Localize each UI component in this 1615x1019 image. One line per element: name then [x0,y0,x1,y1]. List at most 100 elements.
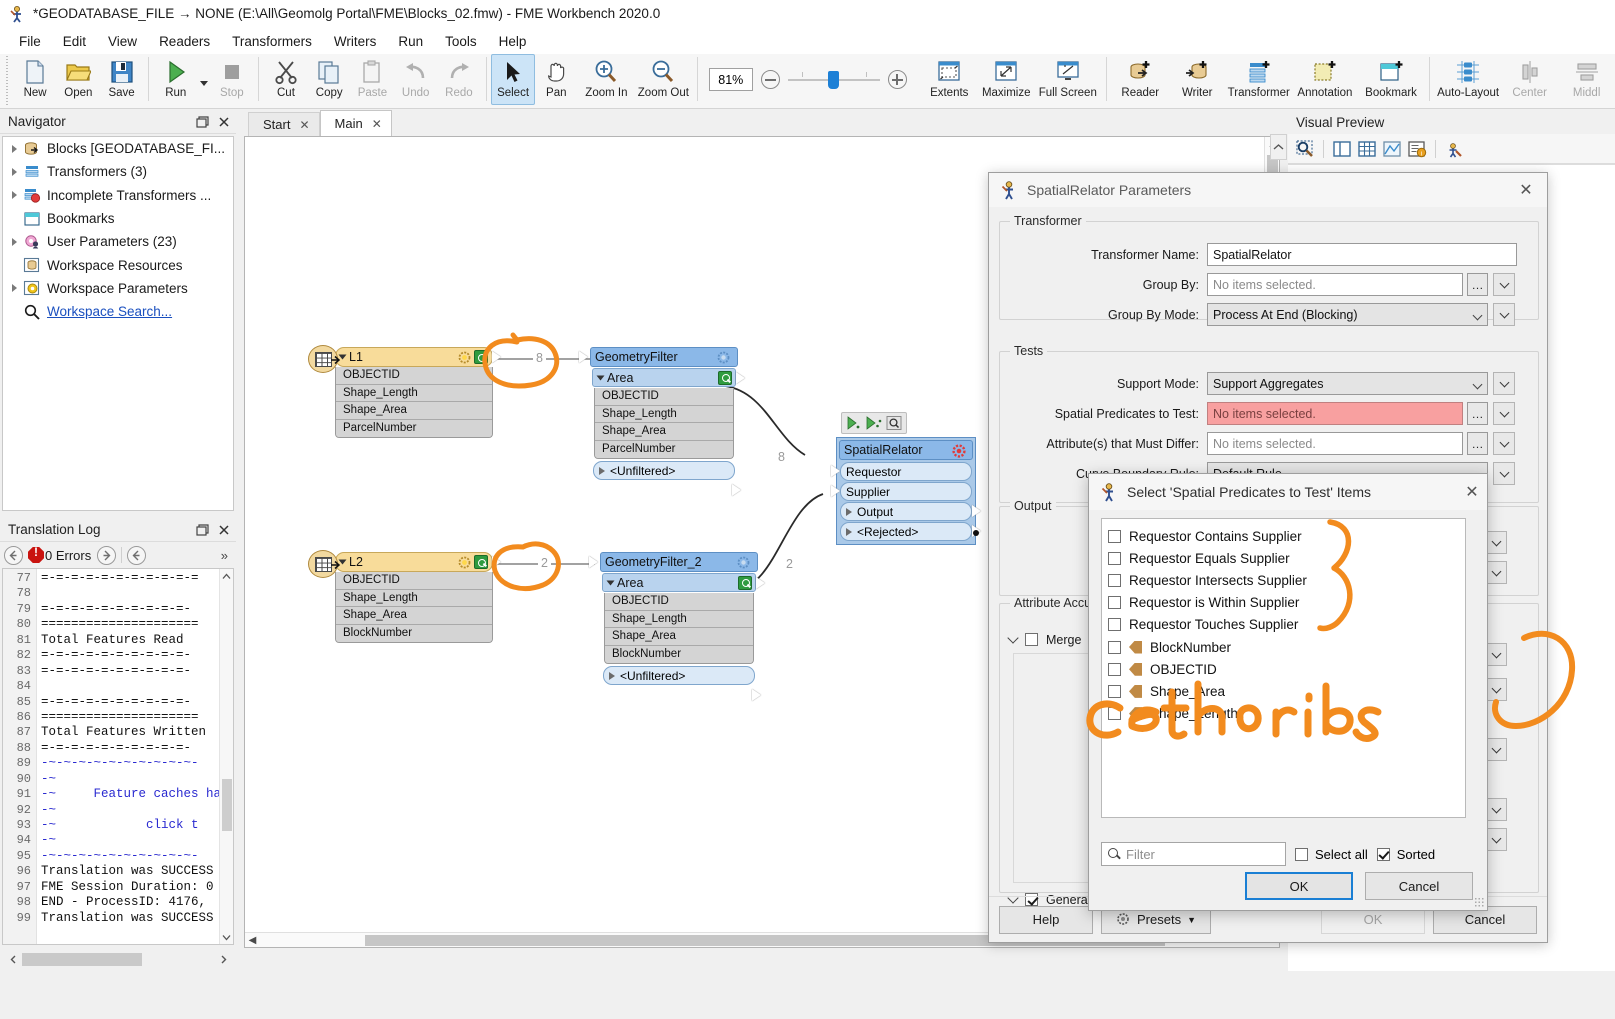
node-output-group-Area[interactable]: Area [592,368,736,387]
related-supplier-dropdown-button[interactable] [1485,531,1507,554]
node-header[interactable]: L2 [335,552,493,572]
calculate-cardinality-dropdown-button[interactable] [1485,561,1507,584]
paste-button[interactable]: Paste [351,54,394,105]
node-header[interactable]: GeometryFilter_2 [600,552,758,572]
support-mode-dropdown-button[interactable] [1493,372,1515,395]
node-header[interactable]: GeometryFilter [590,347,738,367]
accum-dropdown-1[interactable] [1485,643,1507,666]
expand-arrow-icon[interactable] [7,141,23,157]
accum-dropdown-3[interactable] [1485,738,1507,761]
nav-item-workspace-parameters[interactable]: Workspace Parameters [3,277,233,300]
pan-tool-button[interactable]: Pan [535,54,578,105]
group-by-mode-dropdown-button[interactable] [1493,303,1515,326]
scroll-down-arrow[interactable] [220,930,233,944]
menu-edit[interactable]: Edit [52,31,97,52]
translation-log-text[interactable]: 77 78 79 80 81 82 83 84 85 86 87 88 89 9… [2,568,234,945]
expand-arrow-icon[interactable] [7,164,23,180]
accum-dropdown-4[interactable] [1485,798,1507,821]
table-view-icon[interactable] [1356,138,1378,160]
list-item[interactable]: Requestor is Within Supplier [1108,592,1465,614]
node-output-group-Area[interactable]: Area [602,573,756,592]
node-output-port[interactable] [736,372,745,384]
run-from-here-icon[interactable] [865,415,883,431]
gear-icon[interactable] [717,351,730,364]
log-hscrollbar[interactable] [22,952,214,966]
node-header[interactable]: L1 [335,347,493,367]
node-output-port[interactable] [756,577,765,589]
log-hscroll-thumb[interactable] [22,952,142,966]
gear-icon[interactable] [737,556,750,569]
predicates-list[interactable]: Requestor Contains Supplier Requestor Eq… [1101,518,1466,818]
close-icon[interactable]: ✕ [1511,177,1541,203]
scroll-left-arrow[interactable]: ◀ [245,933,260,947]
zoom-in-button[interactable]: Zoom In [578,54,635,105]
node-port-requestor[interactable]: Requestor [840,462,972,481]
item-checkbox[interactable] [1108,573,1121,587]
node-header[interactable]: SpatialRelator [839,440,973,460]
curve-boundary-rule-dropdown-button[interactable] [1493,462,1515,485]
item-checkbox[interactable] [1108,529,1121,543]
inspect-icon[interactable] [718,370,732,385]
menu-readers[interactable]: Readers [148,31,221,52]
nav-item-transformers[interactable]: Transformers (3) [3,160,233,183]
collapse-triangle-icon[interactable] [606,580,615,585]
run-to-here-icon[interactable] [845,415,863,431]
cut-button[interactable]: Cut [264,54,307,105]
output-port-output[interactable] [972,505,981,517]
node-GeometryFilter[interactable]: GeometryFilter Area OBJECTID Shape_Lengt… [579,347,745,496]
nav-item-blocks[interactable]: Blocks [GEODATABASE_FI... [3,137,233,160]
zoom-slider-thumb[interactable] [827,70,839,89]
select-all-checkbox[interactable] [1295,847,1308,861]
align-middle-button[interactable]: Middl [1558,54,1615,105]
select-ok-button[interactable]: OK [1245,872,1353,900]
spatial-predicates-input[interactable]: No items selected. [1207,402,1463,425]
inspect-icon[interactable] [474,555,488,569]
panel-collapse-button[interactable] [1270,134,1287,160]
attributes-must-differ-input[interactable]: No items selected. [1207,432,1463,455]
menu-tools[interactable]: Tools [434,31,488,52]
spatial-predicates-dropdown-button[interactable] [1493,402,1515,425]
node-port-unfiltered[interactable]: <Unfiltered> [603,666,755,685]
log-scroll-right[interactable] [214,952,232,967]
list-item[interactable]: Requestor Intersects Supplier [1108,569,1465,591]
zoom-out-button[interactable]: Zoom Out [635,54,692,105]
save-button[interactable]: Save [100,54,143,105]
merge-checkbox[interactable] [1025,633,1038,646]
chevron-down-icon[interactable] [1007,631,1019,644]
log-vertical-scrollbar[interactable] [219,569,233,944]
list-item[interactable]: Requestor Contains Supplier [1108,525,1465,547]
node-L1[interactable]: L1 OBJECTID Shape_Length Shape_Area Parc… [308,345,501,438]
node-port-unfiltered[interactable]: <Unfiltered> [593,461,735,480]
run-dropdown-arrow[interactable] [197,54,210,105]
search-preview-icon[interactable] [1443,138,1465,160]
attributes-must-differ-dropdown-button[interactable] [1493,432,1515,455]
gear-icon[interactable] [458,351,471,364]
node-GeometryFilter_2[interactable]: GeometryFilter_2 Area OBJECTID Shape_Len… [589,552,765,701]
new-button[interactable]: New [14,54,57,105]
node-output-port-unfiltered[interactable] [732,484,741,496]
node-port-supplier[interactable]: Supplier [840,482,972,501]
log-prev-error-button[interactable] [4,545,23,565]
zoom-slider[interactable] [787,70,880,90]
log-overflow-button[interactable]: » [221,548,228,563]
scroll-thumb[interactable] [222,779,232,831]
sorted-row[interactable]: Sorted [1376,847,1435,862]
navigator-float-button[interactable] [192,112,212,132]
maximize-button[interactable]: Maximize [978,54,1035,105]
nav-item-workspace-search[interactable]: Workspace Search... [3,300,233,323]
gear-icon[interactable] [458,556,471,569]
scroll-up-arrow[interactable] [220,569,233,583]
group-by-dropdown-button[interactable] [1493,273,1515,296]
stop-button[interactable]: Stop [210,54,253,105]
item-checkbox[interactable] [1108,618,1121,632]
nav-item-incomplete-transformers[interactable]: Incomplete Transformers ... [3,184,233,207]
node-output-port[interactable] [492,556,501,568]
fullscreen-button[interactable]: Full Screen [1035,54,1101,105]
menu-help[interactable]: Help [488,31,538,52]
list-item[interactable]: Requestor Equals Supplier [1108,547,1465,569]
tab-start[interactable]: Start ✕ [248,112,320,136]
node-port-output[interactable]: Output [840,502,972,521]
expand-arrow-icon[interactable] [7,234,23,250]
layout-panel-icon[interactable] [1331,138,1353,160]
select-all-row[interactable]: Select all [1295,847,1368,862]
